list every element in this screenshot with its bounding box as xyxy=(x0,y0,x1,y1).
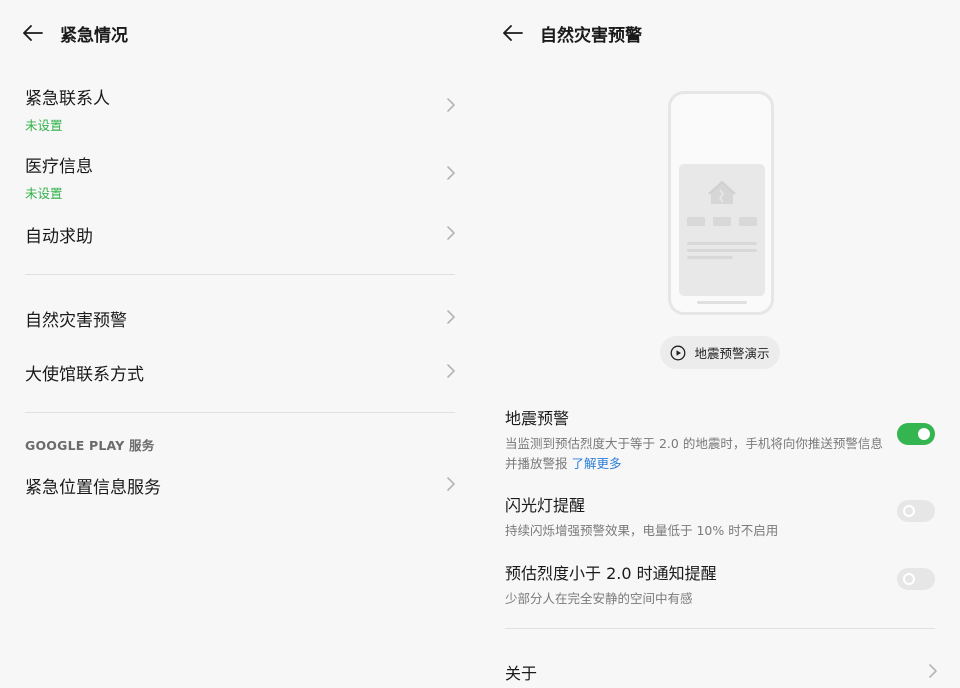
page-title: 自然灾害预警 xyxy=(540,25,642,46)
item-label: 自然灾害预警 xyxy=(25,311,127,331)
list-item-emergency-location[interactable]: 紧急位置信息服务 xyxy=(25,473,457,498)
item-label: 紧急联系人 xyxy=(25,89,110,109)
section-header-google-play: GOOGLE PLAY 服务 xyxy=(25,438,155,453)
list-item-emergency-contacts[interactable]: 紧急联系人 未设置 xyxy=(25,84,457,133)
list-item-about[interactable]: 关于 xyxy=(505,660,937,683)
phone-illustration xyxy=(668,91,774,315)
setting-title: 地震预警 xyxy=(505,409,570,428)
setting-description: 少部分人在完全安静的空间中有感 xyxy=(505,591,693,606)
item-label: 大使馆联系方式 xyxy=(25,365,144,385)
item-label: 紧急位置信息服务 xyxy=(25,478,161,498)
header: 自然灾害预警 xyxy=(502,18,642,48)
header: 紧急情况 xyxy=(22,18,128,48)
setting-title: 预估烈度小于 2.0 时通知提醒 xyxy=(505,564,717,583)
description-text: 当监测到预估烈度大于等于 2.0 的地震时，手机将向你推送预警信息并播放警报 xyxy=(505,436,883,471)
alert-screen-illustration xyxy=(679,164,765,296)
setting-low-intensity-notify: 预估烈度小于 2.0 时通知提醒 少部分人在完全安静的空间中有感 xyxy=(505,560,935,609)
list-item-embassy-contacts[interactable]: 大使馆联系方式 xyxy=(25,360,457,385)
chevron-right-icon xyxy=(929,664,937,678)
list-item-medical-info[interactable]: 医疗信息 未设置 xyxy=(25,152,457,201)
setting-flashlight-reminder: 闪光灯提醒 持续闪烁增强预警效果，电量低于 10% 时不启用 xyxy=(505,492,935,541)
chevron-right-icon xyxy=(447,477,455,491)
setting-earthquake-alert: 地震预警 当监测到预估烈度大于等于 2.0 的地震时，手机将向你推送预警信息并播… xyxy=(505,405,935,474)
chevron-right-icon xyxy=(447,364,455,378)
chevron-right-icon xyxy=(447,166,455,180)
back-arrow-icon[interactable] xyxy=(22,22,44,44)
low-intensity-notify-toggle[interactable] xyxy=(897,568,935,590)
setting-description: 持续闪烁增强预警效果，电量低于 10% 时不启用 xyxy=(505,523,779,538)
divider xyxy=(505,628,935,629)
chevron-right-icon xyxy=(447,98,455,112)
toggle-knob xyxy=(903,505,915,517)
item-label: 自动求助 xyxy=(25,227,93,247)
setting-description: 当监测到预估烈度大于等于 2.0 的地震时，手机将向你推送预警信息并播放警报 了… xyxy=(505,434,885,474)
page-title: 紧急情况 xyxy=(60,25,128,46)
chevron-right-icon xyxy=(447,226,455,240)
emergency-pane: 紧急情况 紧急联系人 未设置 医疗信息 未设置 自动求助 自然灾害预警 大使馆联… xyxy=(0,0,480,688)
flashlight-reminder-toggle[interactable] xyxy=(897,500,935,522)
divider xyxy=(25,274,455,275)
learn-more-link[interactable]: 了解更多 xyxy=(572,456,622,471)
item-status: 未设置 xyxy=(25,118,63,133)
earthquake-demo-button[interactable]: 地震预警演示 xyxy=(660,336,780,369)
play-circle-icon xyxy=(671,345,686,360)
item-label: 医疗信息 xyxy=(25,157,93,177)
list-item-disaster-alerts[interactable]: 自然灾害预警 xyxy=(25,306,457,331)
toggle-knob xyxy=(903,573,915,585)
divider xyxy=(25,412,455,413)
house-warning-icon xyxy=(687,180,757,259)
toggle-knob xyxy=(918,428,930,440)
earthquake-alert-toggle[interactable] xyxy=(897,423,935,445)
home-indicator xyxy=(697,301,747,304)
item-label: 关于 xyxy=(505,664,538,683)
item-status: 未设置 xyxy=(25,186,63,201)
demo-label: 地震预警演示 xyxy=(694,346,770,361)
disaster-alerts-pane: 自然灾害预警 地震预警演示 地震预警 当监测到预估烈度大于等于 2.0 的地震时… xyxy=(480,0,960,688)
setting-title: 闪光灯提醒 xyxy=(505,496,586,515)
back-arrow-icon[interactable] xyxy=(502,22,524,44)
list-item-auto-sos[interactable]: 自动求助 xyxy=(25,222,457,247)
chevron-right-icon xyxy=(447,310,455,324)
